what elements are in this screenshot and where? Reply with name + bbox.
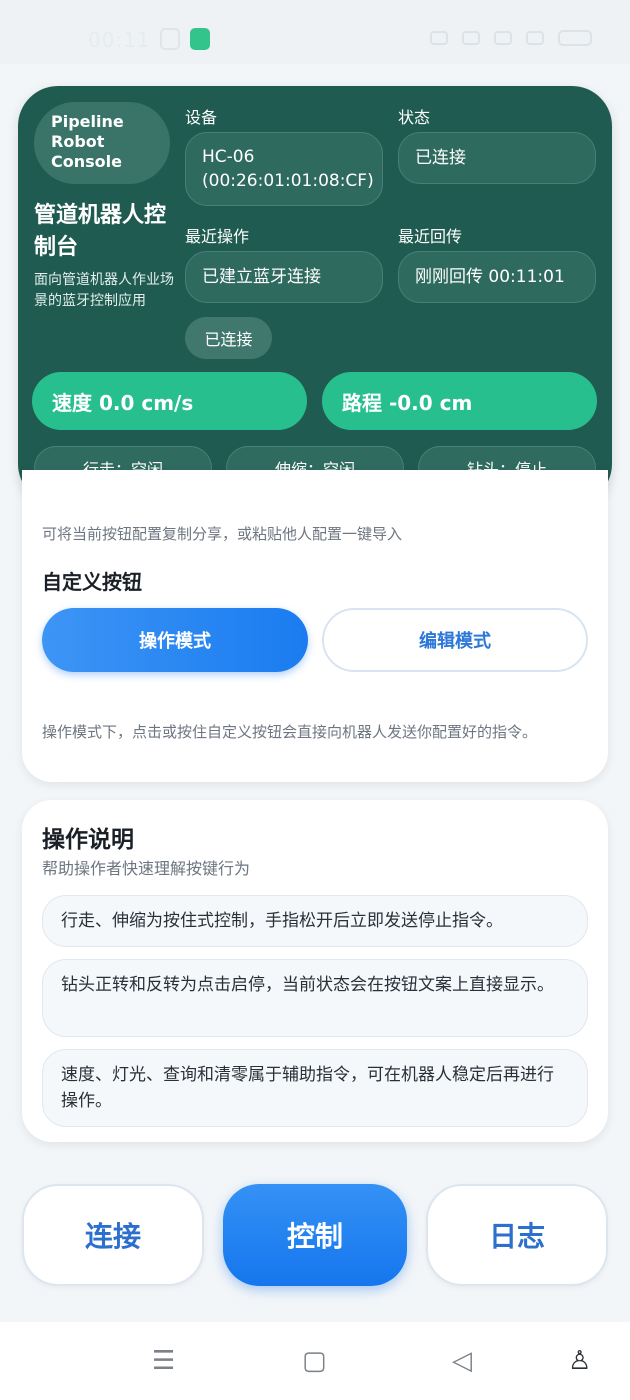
bluetooth-icon <box>462 31 480 45</box>
distance-readout: 路程 -0.0 cm <box>322 372 597 430</box>
speed-readout: 速度 0.0 cm/s <box>32 372 307 430</box>
nav-connect-button[interactable]: 连接 <box>22 1184 204 1286</box>
device-value: HC-06 (00:26:01:01:08:CF) <box>185 132 383 206</box>
instruction-item: 行走、伸缩为按住式控制，手指松开后立即发送停止指令。 <box>42 895 588 947</box>
custom-buttons-title: 自定义按钮 <box>42 570 142 594</box>
connection-status-badge: 已连接 <box>185 317 272 359</box>
state-label: 状态 <box>398 108 431 127</box>
device-label: 设备 <box>185 108 218 127</box>
last-return-label: 最近回传 <box>398 227 463 246</box>
alarm-icon <box>430 31 448 45</box>
app-title: 管道机器人控制台 <box>34 203 167 260</box>
status-icons <box>430 30 592 46</box>
mode-hint: 操作模式下，点击或按住自定义按钮会直接向机器人发送你配置好的指令。 <box>42 723 538 741</box>
logo-line-2: Robot <box>51 132 105 151</box>
last-return-value: 刚刚回传 00:11:01 <box>398 251 596 303</box>
share-hint: 可将当前按钮配置复制分享，或粘贴他人配置一键导入 <box>42 525 403 543</box>
logo-line-1: Pipeline <box>51 112 124 131</box>
battery-icon <box>558 30 592 46</box>
logo-line-3: Console <box>51 152 122 171</box>
edit-mode-button[interactable]: 编辑模式 <box>322 608 588 672</box>
accessibility-icon[interactable]: ♙ <box>568 1348 591 1374</box>
status-bar: 00:11 <box>0 0 630 64</box>
tiktok-icon <box>160 28 180 50</box>
operate-mode-button[interactable]: 操作模式 <box>42 608 308 672</box>
instruction-item: 速度、灯光、查询和清零属于辅助指令，可在机器人稳定后再进行操作。 <box>42 1049 588 1127</box>
last-operation-label: 最近操作 <box>185 227 250 246</box>
instructions-title: 操作说明 <box>42 827 134 853</box>
wifi-icon <box>494 31 512 45</box>
nav-control-button[interactable]: 控制 <box>223 1184 407 1286</box>
app-logo: Pipeline Robot Console <box>34 102 170 184</box>
back-icon[interactable]: ◁ <box>452 1348 472 1374</box>
instruction-item: 钻头正转和反转为点击启停，当前状态会在按钮文案上直接显示。 <box>42 959 588 1037</box>
system-nav-bar: ☰ ▢ ◁ ♙ <box>0 1322 630 1400</box>
app-description: 面向管道机器人作业场景的蓝牙控制应用 <box>34 272 174 309</box>
instructions-subtitle: 帮助操作者快速理解按键行为 <box>42 859 251 878</box>
last-operation-value: 已建立蓝牙连接 <box>185 251 383 303</box>
nav-log-button[interactable]: 日志 <box>426 1184 608 1286</box>
message-app-icon <box>190 28 210 50</box>
menu-icon[interactable]: ☰ <box>152 1348 175 1374</box>
signal-icon <box>526 31 544 45</box>
home-icon[interactable]: ▢ <box>302 1348 327 1374</box>
status-time: 00:11 <box>88 28 151 52</box>
state-value: 已连接 <box>398 132 596 184</box>
